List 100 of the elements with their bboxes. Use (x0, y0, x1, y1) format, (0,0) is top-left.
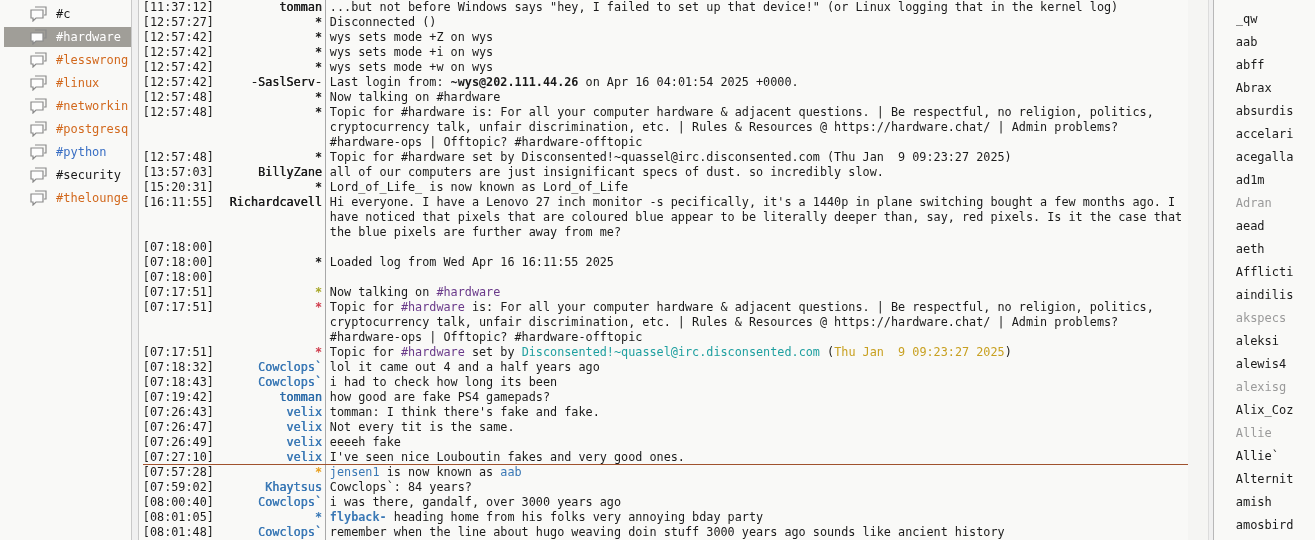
timestamp: [08:01:05] (142, 510, 215, 525)
channel-item[interactable]: #lesswrong (4, 50, 131, 70)
nick: BillyZane (257, 165, 322, 179)
chat-bubbles-icon (30, 190, 48, 206)
channel-name: #security (56, 168, 122, 182)
timestamp: [07:59:02] (142, 480, 215, 495)
chat-bubbles-icon (30, 167, 48, 183)
nick: * (314, 180, 322, 194)
timestamp: [07:26:47] (142, 420, 215, 435)
user-item[interactable]: accelari (1235, 126, 1315, 142)
nick: velix (286, 420, 322, 434)
channel-name: #lesswrong (56, 53, 129, 67)
channel-item[interactable]: #c (4, 4, 131, 24)
channel-item[interactable]: #thelounge (4, 188, 131, 208)
nick: * (314, 60, 322, 74)
nick: Cowclops` (257, 360, 322, 374)
chat-bubbles-icon (30, 144, 48, 160)
timestamp: [07:18:00] (142, 255, 215, 270)
timestamp: [12:57:42] (142, 60, 215, 75)
timestamp: [07:26:49] (142, 435, 215, 450)
timestamp: [12:57:42] (142, 45, 215, 60)
nick: * (314, 105, 322, 119)
nick: tomman (279, 390, 322, 404)
chat-bubbles-icon (30, 52, 48, 68)
timestamp: [08:01:48] (142, 525, 215, 540)
timestamp: [12:57:48] (142, 105, 215, 121)
nick: Khaytsus (265, 480, 322, 494)
channel-name: #python (56, 145, 107, 159)
channel-item[interactable]: #networkin (4, 96, 131, 116)
timestamp: [15:20:31] (142, 180, 215, 195)
nick: Cowclops` (257, 495, 322, 509)
timestamp: [07:18:43] (142, 375, 215, 390)
nick: * (314, 510, 322, 524)
user-item[interactable]: abff (1235, 57, 1315, 73)
chat-bubbles-icon (30, 6, 48, 22)
timestamp: [12:57:42] (142, 30, 215, 45)
timestamp: [12:57:42] (142, 75, 215, 90)
user-item[interactable]: Allie` (1235, 448, 1315, 464)
user-item[interactable]: aeth (1235, 241, 1315, 257)
nick: -SaslServ- (250, 75, 322, 89)
channel-item[interactable]: #security (4, 165, 131, 185)
user-item[interactable]: Alternit (1235, 471, 1315, 487)
channel-item[interactable]: #linux (4, 73, 131, 93)
user-item[interactable]: amish (1235, 494, 1315, 510)
channel-name: #postgresq (56, 122, 129, 136)
user-item[interactable]: amosbird (1235, 517, 1315, 533)
timestamp: [07:17:51] (142, 285, 215, 300)
user-item[interactable]: Abrax (1235, 80, 1315, 96)
timestamp: [07:57:28] (142, 465, 215, 480)
nick: * (314, 45, 322, 59)
timestamp: [12:57:48] (142, 150, 215, 165)
timestamp: [12:57:48] (142, 90, 215, 105)
timestamp: [13:57:03] (142, 165, 215, 180)
user-item[interactable]: Afflicti (1235, 264, 1315, 280)
nick: velix (286, 435, 322, 449)
timestamp: [12:57:27] (142, 15, 215, 30)
chat-bubbles-icon (30, 98, 48, 114)
timestamp: [07:26:43] (142, 405, 215, 420)
timestamp: [07:18:32] (142, 360, 215, 375)
user-item[interactable]: _qw (1235, 11, 1315, 27)
timestamp: [08:00:40] (142, 495, 215, 510)
user-item[interactable]: alewis4 (1235, 356, 1315, 372)
channel-name: #thelounge (56, 191, 129, 205)
nick: tomman (279, 0, 322, 14)
channel-name: #c (56, 7, 71, 21)
user-item[interactable]: Alix_Coz (1235, 402, 1315, 418)
timestamp: [07:27:10] (142, 450, 215, 465)
nick: * (314, 15, 322, 29)
timestamp: [07:18:00] (142, 270, 215, 285)
chat-bubbles-icon (30, 121, 48, 137)
nick: Cowclops` (257, 525, 322, 539)
user-item[interactable]: aead (1235, 218, 1315, 234)
channel-item[interactable]: #python (4, 142, 131, 162)
nick: Cowclops` (257, 375, 322, 389)
nick: * (314, 345, 322, 359)
channel-item[interactable]: #postgresq (4, 119, 131, 139)
timestamp: [07:18:00] (142, 240, 215, 255)
nick: * (314, 90, 322, 104)
nick: * (314, 30, 322, 44)
nick: velix (286, 450, 322, 464)
chat-bubbles-icon (30, 75, 48, 91)
nick: * (314, 255, 322, 269)
nick: * (314, 465, 322, 479)
user-item[interactable]: acegalla (1235, 149, 1315, 165)
chat-bubbles-icon (30, 29, 48, 45)
user-item[interactable]: aindilis (1235, 287, 1315, 303)
nick: * (314, 150, 322, 164)
channel-name: #networkin (56, 99, 129, 113)
channel-name: #linux (56, 76, 100, 90)
user-item[interactable]: absurdis (1235, 103, 1315, 119)
user-item[interactable]: aleksi (1235, 333, 1315, 349)
nick: velix (286, 405, 322, 419)
timestamp: [07:17:51] (142, 300, 215, 316)
timestamp: [07:17:51] (142, 345, 215, 360)
nick: * (314, 285, 322, 299)
channel-name: #hardware (56, 30, 122, 44)
user-item[interactable]: aab (1235, 34, 1315, 50)
nick: * (314, 300, 322, 314)
user-item[interactable]: ad1m (1235, 172, 1315, 188)
nick: Richardcavell (229, 195, 322, 209)
